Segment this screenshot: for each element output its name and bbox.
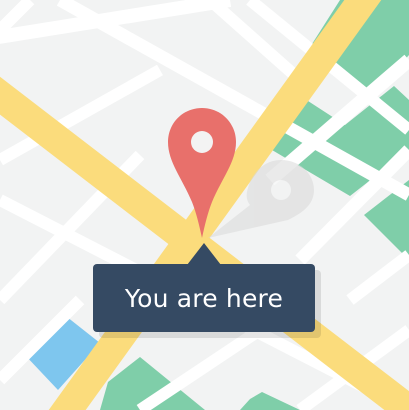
pin-center [191,131,213,153]
map-canvas [0,0,409,410]
callout-label: You are here [124,283,284,313]
map-view[interactable]: You are here [0,0,409,410]
marker-shadow-hole [271,180,291,200]
you-are-here-callout: You are here [93,243,315,332]
